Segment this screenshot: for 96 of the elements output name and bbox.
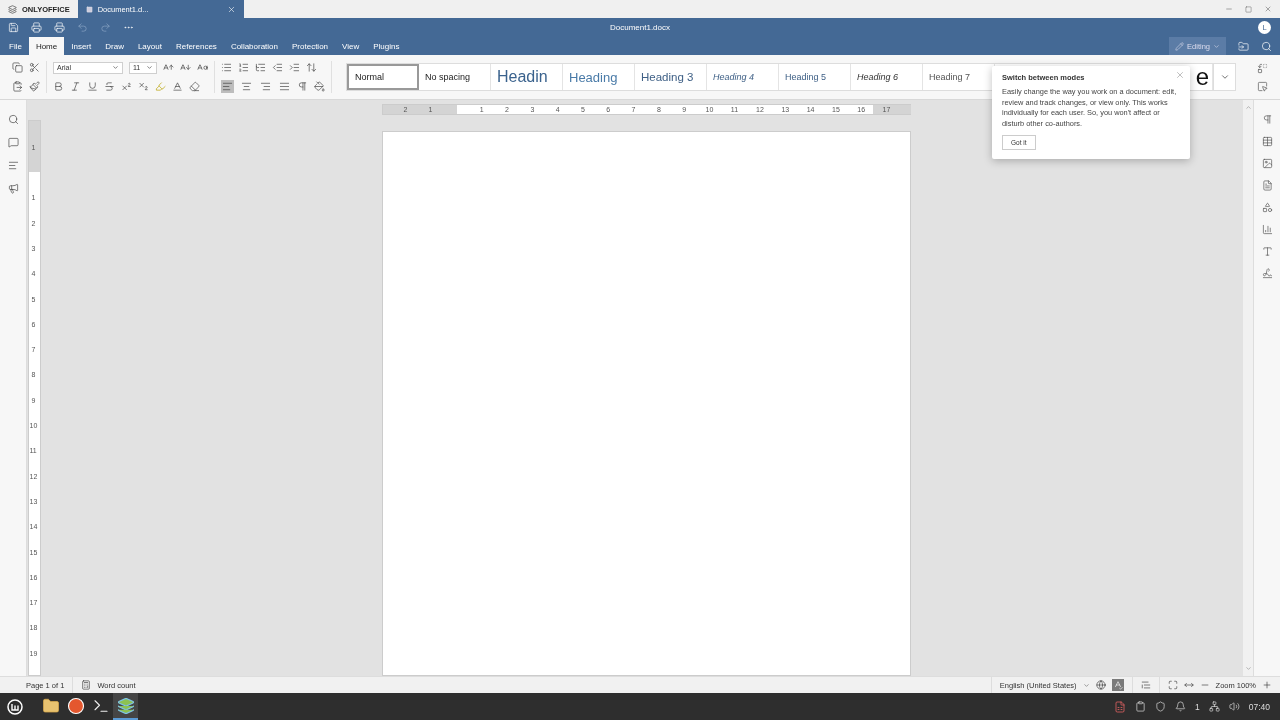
copy-icon[interactable] — [12, 62, 23, 73]
change-case-icon[interactable] — [197, 62, 208, 73]
strikethrough-icon[interactable] — [104, 81, 115, 92]
pilcrow-icon[interactable] — [297, 81, 308, 92]
menu-tab[interactable]: Layout — [130, 37, 169, 55]
menu-logo-icon[interactable] — [7, 698, 23, 715]
table-icon[interactable] — [1261, 136, 1273, 147]
notification-count: 1 — [1195, 701, 1200, 712]
volume-icon[interactable] — [1228, 701, 1240, 712]
printer-icon[interactable] — [31, 22, 42, 33]
subscript-icon[interactable] — [138, 81, 149, 92]
layers-icon[interactable] — [116, 696, 135, 715]
clock: 07:40 — [1248, 701, 1270, 712]
style-item[interactable]: Heading 4 — [707, 64, 779, 90]
fit-width-icon[interactable] — [1183, 680, 1194, 690]
spellcheck-icon[interactable] — [1111, 679, 1124, 691]
style-item[interactable]: Heading 6 — [851, 64, 923, 90]
menu-tab[interactable]: References — [168, 37, 224, 55]
chart-icon[interactable] — [1261, 224, 1273, 235]
folder-icon[interactable] — [41, 696, 60, 715]
bold-icon[interactable] — [53, 81, 64, 92]
select-icon[interactable] — [1257, 80, 1268, 92]
menu-tab[interactable]: Collaboration — [223, 37, 285, 55]
style-item[interactable]: Headin — [491, 64, 563, 90]
menu-tab[interactable]: Insert — [64, 37, 99, 55]
navigation-icon[interactable] — [7, 160, 19, 171]
superscript-icon[interactable] — [121, 81, 132, 92]
shading-icon[interactable] — [314, 81, 325, 92]
taskbar-app[interactable] — [113, 693, 138, 720]
style-item[interactable]: e — [1191, 64, 1213, 90]
align-center-icon[interactable] — [240, 80, 253, 93]
layers-icon — [8, 4, 17, 14]
search-icon[interactable] — [1261, 40, 1272, 52]
document-title: Document1.docx — [610, 23, 670, 32]
caret-icon — [112, 64, 119, 71]
style-item[interactable]: Heading — [563, 64, 635, 90]
format-painter-icon[interactable] — [29, 81, 40, 92]
paste-icon[interactable] — [12, 81, 23, 92]
italic-icon[interactable] — [70, 81, 81, 92]
increase-indent-icon[interactable] — [289, 62, 300, 73]
track-changes-icon[interactable] — [1140, 680, 1151, 690]
tray-app-icon[interactable] — [1114, 700, 1126, 713]
globe-icon[interactable] — [1095, 680, 1106, 690]
text-art-icon[interactable] — [1261, 246, 1273, 257]
menu-tab[interactable]: Home — [28, 37, 65, 55]
caret-icon[interactable] — [1082, 681, 1090, 689]
align-justify-icon[interactable] — [278, 80, 291, 93]
pencil-icon — [1175, 41, 1185, 51]
notification-icon[interactable] — [1175, 701, 1186, 712]
network-icon[interactable] — [1208, 701, 1220, 712]
fit-page-icon[interactable] — [1167, 680, 1178, 690]
decrease-font-icon[interactable] — [180, 62, 191, 73]
bullet-list-icon[interactable] — [221, 62, 232, 73]
search-icon[interactable] — [7, 114, 19, 125]
decrease-indent-icon[interactable] — [272, 62, 283, 73]
align-right-icon[interactable] — [259, 80, 272, 93]
quick-print-icon[interactable] — [54, 22, 65, 33]
replace-icon[interactable] — [1257, 62, 1268, 74]
pilcrow-icon[interactable] — [1261, 114, 1273, 125]
caret-icon — [1213, 42, 1220, 50]
image-icon[interactable] — [1261, 158, 1273, 169]
browser-icon[interactable] — [66, 696, 85, 715]
menu-tab[interactable]: Draw — [98, 37, 131, 55]
underline-icon[interactable] — [87, 81, 98, 92]
document-icon — [85, 5, 93, 13]
style-item[interactable]: Heading 5 — [779, 64, 851, 90]
caret-icon — [146, 64, 153, 71]
zoom-in-icon[interactable] — [1262, 680, 1272, 690]
numbered-list-icon[interactable] — [238, 62, 249, 73]
restore-icon[interactable] — [1245, 5, 1252, 13]
style-item[interactable]: No spacing — [419, 64, 491, 90]
menu-tab[interactable]: View — [335, 37, 367, 55]
menu-tab[interactable]: Plugins — [366, 37, 407, 55]
menu-tab[interactable]: File — [2, 37, 29, 55]
style-item[interactable]: Normal — [347, 64, 419, 90]
multilevel-list-icon[interactable] — [255, 62, 266, 73]
increase-font-icon[interactable] — [163, 62, 174, 73]
cut-icon[interactable] — [29, 62, 40, 73]
menu-tab[interactable]: Protection — [285, 37, 336, 55]
word-count-icon[interactable] — [81, 680, 92, 690]
font-color-icon[interactable] — [172, 81, 183, 92]
header-footer-icon[interactable] — [1261, 180, 1273, 191]
close-icon[interactable] — [1264, 5, 1272, 13]
shapes-icon[interactable] — [1261, 202, 1273, 213]
feedback-icon[interactable] — [7, 183, 19, 194]
save-icon[interactable] — [8, 22, 19, 33]
signature-icon[interactable] — [1261, 268, 1273, 279]
align-left-icon[interactable] — [221, 80, 234, 93]
line-spacing-icon[interactable] — [306, 62, 317, 73]
chevron-down-icon — [1219, 72, 1230, 82]
clipboard-icon[interactable] — [1135, 701, 1146, 712]
comment-icon[interactable] — [7, 137, 19, 148]
eraser-icon[interactable] — [189, 81, 200, 92]
close-icon[interactable] — [226, 4, 236, 14]
style-item[interactable]: Heading 3 — [635, 64, 707, 90]
shield-icon[interactable] — [1155, 701, 1166, 712]
